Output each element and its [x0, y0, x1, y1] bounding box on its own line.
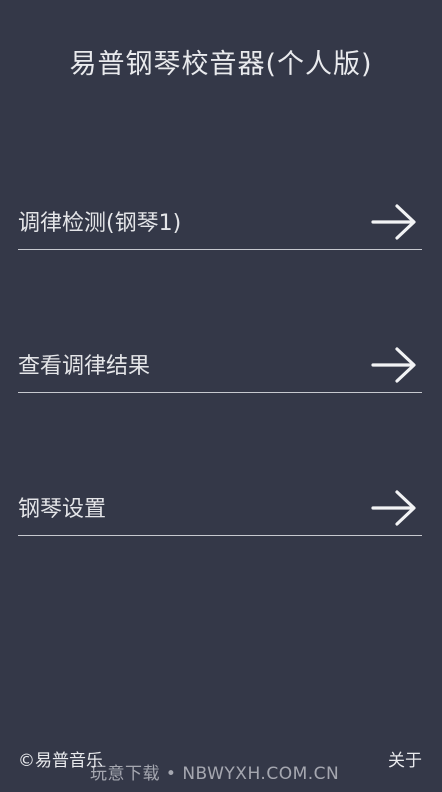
watermark: 玩意下载 • NBWYXH.COM.CN	[90, 764, 340, 784]
menu-item-label: 查看调律结果	[18, 354, 151, 379]
menu-item-tuning-check[interactable]: 调律检测(钢琴1)	[18, 199, 422, 250]
menu-item-piano-settings[interactable]: 钢琴设置	[18, 485, 422, 536]
menu-item-view-results[interactable]: 查看调律结果	[18, 342, 422, 393]
about-link[interactable]: 关于	[388, 746, 422, 771]
arrow-right-icon	[371, 347, 416, 383]
menu-item-label: 调律检测(钢琴1)	[18, 211, 182, 236]
menu-item-label: 钢琴设置	[18, 497, 107, 522]
app-title: 易普钢琴校音器(个人版)	[69, 49, 373, 80]
arrow-right-icon	[371, 204, 416, 240]
arrow-right-icon	[371, 490, 416, 526]
